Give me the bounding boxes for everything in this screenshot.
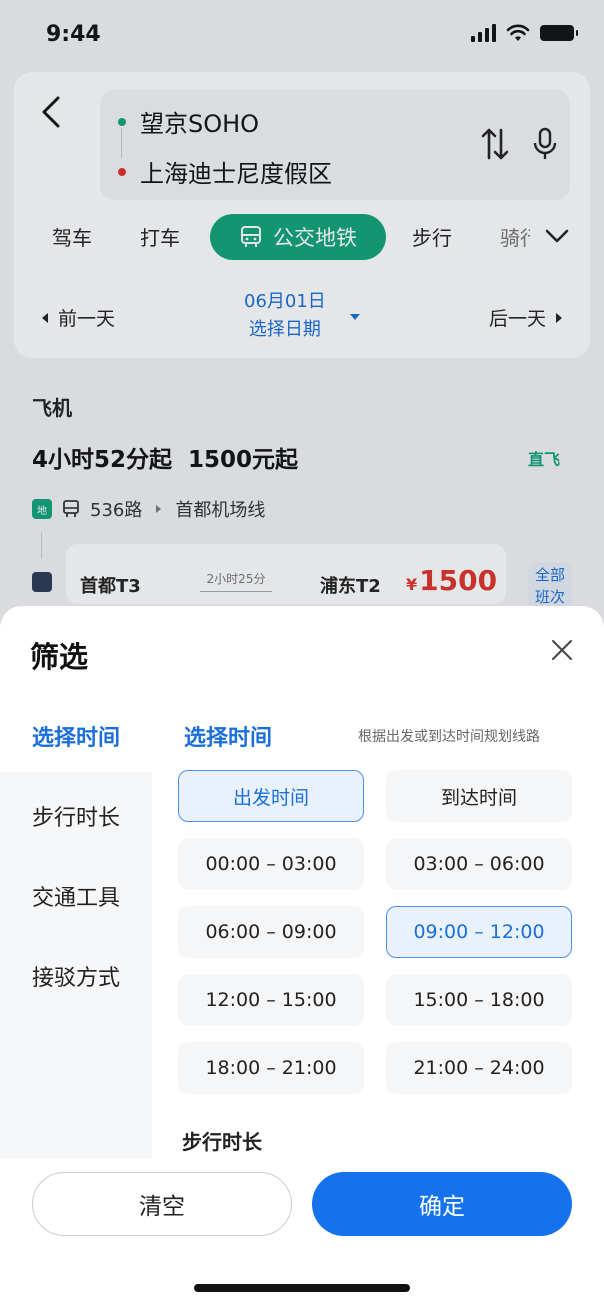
section-hint: 根据出发或到达时间规划线路 <box>358 729 540 745</box>
side-item-transfer[interactable]: 接驳方式 <box>32 960 120 992</box>
arrive-time-option[interactable]: 到达时间 <box>386 770 572 822</box>
time-slot[interactable]: 15:00 – 18:00 <box>386 974 572 1026</box>
time-slot[interactable]: 21:00 – 24:00 <box>386 1042 572 1094</box>
time-slot[interactable]: 03:00 – 06:00 <box>386 838 572 890</box>
home-indicator <box>194 1284 410 1292</box>
time-slot-selected[interactable]: 09:00 – 12:00 <box>386 906 572 958</box>
confirm-button[interactable]: 确定 <box>312 1172 572 1236</box>
side-item-vehicle[interactable]: 交通工具 <box>32 880 120 912</box>
section-title: 选择时间 <box>184 726 273 751</box>
time-slot[interactable]: 12:00 – 15:00 <box>178 974 364 1026</box>
side-item-time[interactable]: 选择时间 <box>32 720 120 752</box>
filter-sheet: 筛选 选择时间 步行时长 交通工具 接驳方式 选择时间 根据出发或到达时间规划线… <box>0 606 604 1310</box>
close-icon[interactable] <box>550 638 574 662</box>
clear-button[interactable]: 清空 <box>32 1172 292 1236</box>
time-slot[interactable]: 00:00 – 03:00 <box>178 838 364 890</box>
side-item-walk-duration[interactable]: 步行时长 <box>32 800 120 832</box>
depart-time-option[interactable]: 出发时间 <box>178 770 364 822</box>
walk-duration-title: 步行时长 <box>182 1130 262 1154</box>
time-slot[interactable]: 18:00 – 21:00 <box>178 1042 364 1094</box>
sheet-title: 筛选 <box>30 640 89 674</box>
time-slot[interactable]: 06:00 – 09:00 <box>178 906 364 958</box>
